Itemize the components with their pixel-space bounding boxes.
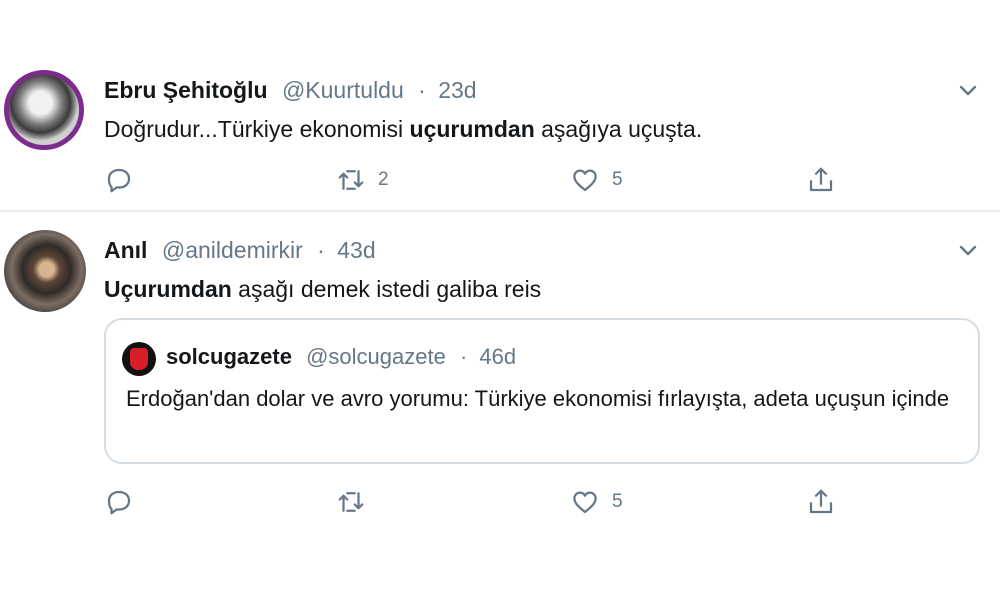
tweet-text: Uçurumdan aşağı demek istedi galiba reis [104, 274, 541, 304]
like-button[interactable]: 5 [570, 484, 623, 520]
retweet-button[interactable]: 2 [336, 162, 389, 198]
reply-button[interactable] [104, 484, 146, 520]
retweet-button[interactable] [336, 484, 378, 520]
user-name[interactable]: Ebru Şehitoğlu [104, 77, 268, 103]
tweet-text-after: aşağıya uçuşta. [534, 116, 703, 142]
reply-icon [107, 490, 131, 515]
user-name[interactable]: Anıl [104, 237, 147, 263]
quoted-tweet[interactable]: solcugazete @solcugazete · 46d Erdoğan'd… [104, 318, 980, 464]
quoted-header: solcugazete @solcugazete · 46d [166, 344, 516, 370]
tweet-time[interactable]: 23d [438, 77, 476, 103]
share-button[interactable] [806, 484, 836, 520]
tweet-text-bold: uçurumdan [409, 116, 535, 142]
retweet-icon [338, 170, 364, 190]
separator: · [317, 237, 325, 263]
like-button[interactable]: 5 [570, 162, 623, 198]
tweet-header: Ebru Şehitoğlu @Kuurtuldu · 23d [104, 76, 477, 104]
chevron-down-icon[interactable] [956, 78, 980, 102]
separator: · [459, 344, 468, 369]
tweet-text-before: Doğrudur...Türkiye ekonomisi [104, 116, 410, 142]
user-handle[interactable]: @anildemirkir [162, 237, 303, 263]
retweet-count: 2 [378, 169, 389, 190]
quoted-user-handle: @solcugazete [306, 344, 446, 369]
tweet-header: Anıl @anildemirkir · 43d [104, 236, 376, 264]
reply-button[interactable] [104, 162, 146, 198]
quoted-avatar [122, 342, 156, 376]
retweet-icon [338, 492, 364, 512]
share-icon [809, 167, 833, 192]
tweet-actions: 5 [104, 484, 864, 520]
quoted-time: 46d [479, 344, 517, 369]
like-icon [573, 491, 597, 514]
avatar[interactable] [4, 230, 86, 312]
tweet-text-after: aşağı demek istedi galiba reis [231, 276, 542, 302]
share-icon [809, 489, 833, 514]
share-button[interactable] [806, 162, 836, 198]
tweet-actions: 2 5 [104, 162, 864, 198]
divider [0, 210, 1000, 212]
user-handle[interactable]: @Kuurtuldu [282, 77, 404, 103]
tweet-time[interactable]: 43d [337, 237, 375, 263]
quoted-user-name: solcugazete [166, 344, 292, 369]
quoted-text: Erdoğan'dan dolar ve avro yorumu: Türkiy… [126, 386, 950, 411]
like-count: 5 [612, 491, 623, 512]
reply-icon [107, 168, 131, 193]
like-count: 5 [612, 169, 623, 190]
separator: · [418, 77, 426, 103]
tweet-text: Doğrudur...Türkiye ekonomisi uçurumdan a… [104, 114, 702, 144]
chevron-down-icon[interactable] [956, 238, 980, 262]
avatar[interactable] [4, 70, 84, 150]
tweet[interactable]: Ebru Şehitoğlu @Kuurtuldu · 23d Doğrudur… [0, 58, 1000, 208]
tweet-text-bold: Uçurumdan [104, 276, 232, 302]
like-icon [573, 169, 597, 192]
tweet[interactable]: Anıl @anildemirkir · 43d Uçurumdan aşağı… [0, 218, 1000, 538]
